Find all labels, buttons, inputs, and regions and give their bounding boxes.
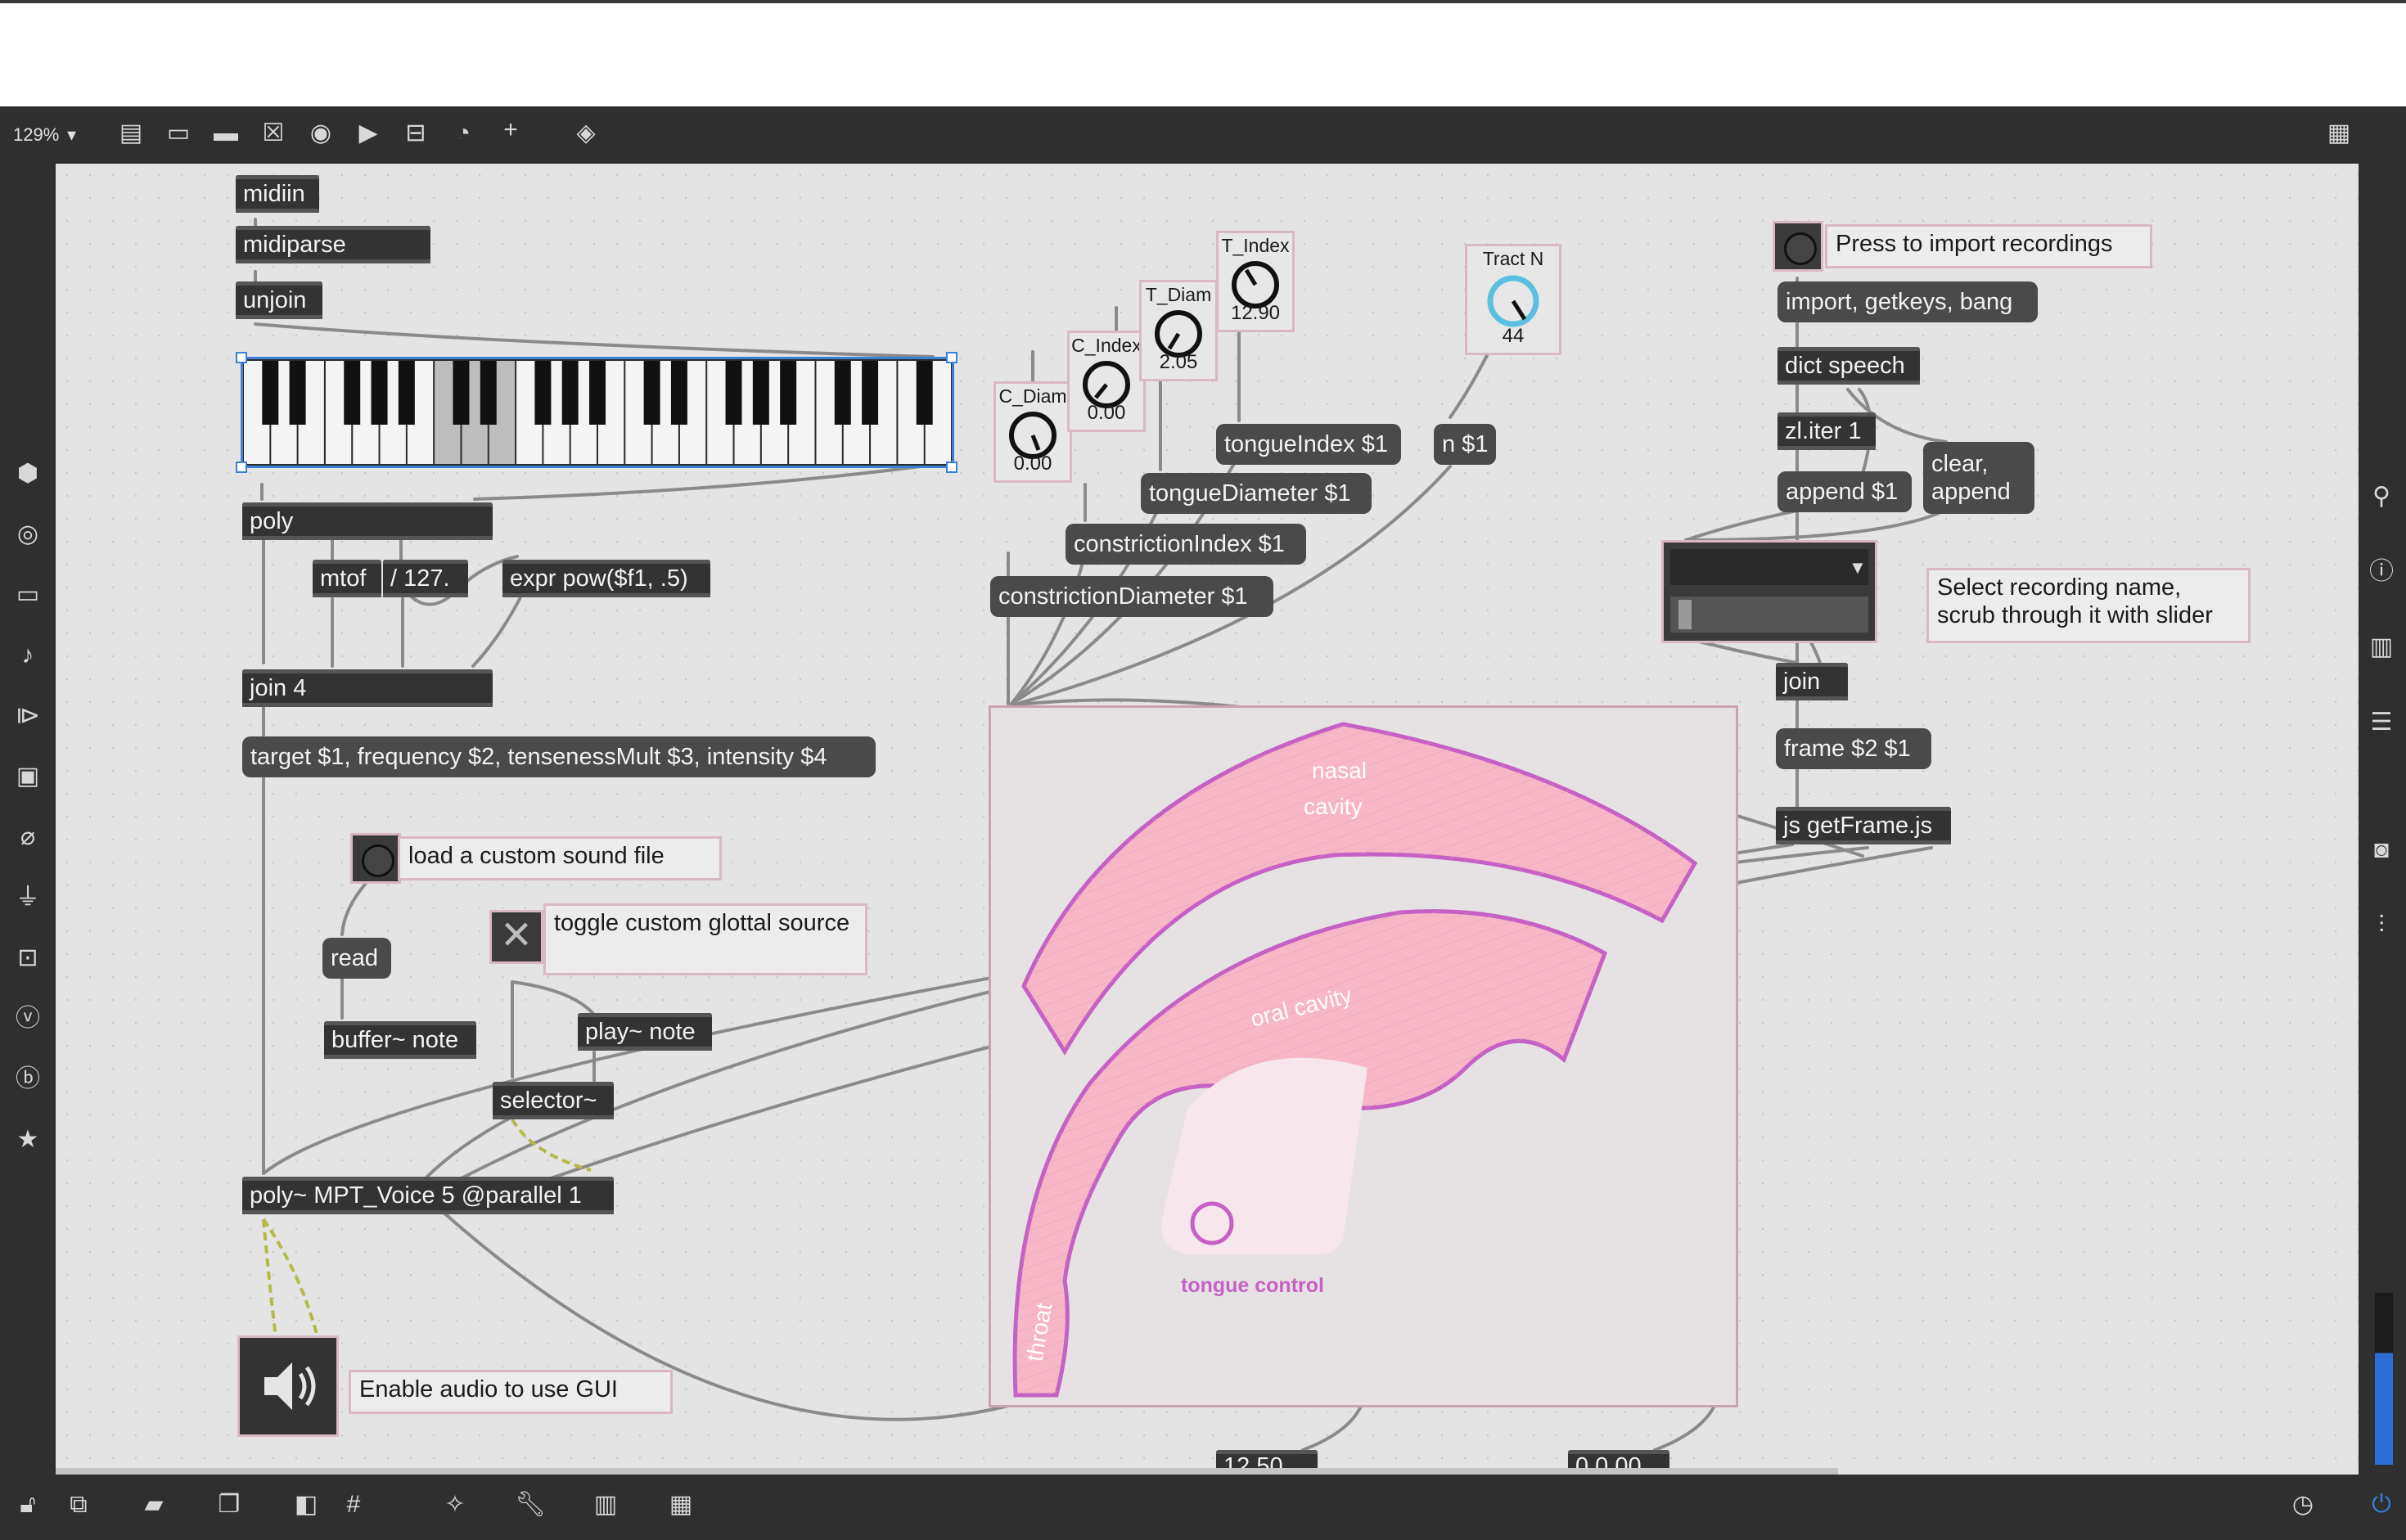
black-key[interactable] <box>453 361 470 425</box>
dict-object[interactable]: dict speech <box>1777 347 1920 385</box>
recording-menu[interactable]: ▼ <box>1661 540 1877 643</box>
t-diam-dial[interactable]: T_Diam 2.05 <box>1139 280 1218 381</box>
target-message[interactable]: target $1, frequency $2, tensenessMult $… <box>242 736 876 777</box>
dial-value: 0.00 <box>1013 453 1052 475</box>
dial-label: C_Index <box>1071 335 1142 356</box>
tongue-diameter-message[interactable]: tongueDiameter $1 <box>1141 473 1372 514</box>
tract-n-dial[interactable]: Tract N 44 <box>1465 244 1561 355</box>
c-index-dial[interactable]: C_Index 0.00 <box>1067 331 1146 432</box>
glottal-comment: toggle custom glottal source <box>543 903 867 975</box>
vocal-tract-display[interactable]: nasal cavity oral cavity throat tongue c… <box>989 705 1738 1407</box>
vocal-tract-graphic[interactable]: nasal cavity oral cavity throat tongue c… <box>991 708 1736 1405</box>
black-key[interactable] <box>670 361 687 425</box>
black-key[interactable] <box>916 361 933 425</box>
poly-voice-object[interactable]: poly~ MPT_Voice 5 @parallel 1 <box>242 1177 614 1214</box>
slider-thumb[interactable] <box>1678 600 1692 629</box>
audio-comment: Enable audio to use GUI <box>349 1370 673 1414</box>
resize-handle[interactable] <box>236 462 247 473</box>
nasal-label: nasal <box>1312 758 1367 783</box>
dial-knob[interactable] <box>1467 270 1559 332</box>
cavity-label: cavity <box>1304 794 1363 819</box>
expr-object[interactable]: expr pow($f1, .5) <box>502 560 710 597</box>
import-message[interactable]: import, getkeys, bang <box>1777 281 2038 322</box>
join4-object[interactable]: join 4 <box>242 669 493 707</box>
append-message[interactable]: append $1 <box>1777 471 1912 512</box>
poly-object[interactable]: poly <box>242 502 493 540</box>
import-bang[interactable] <box>1773 221 1823 272</box>
black-key[interactable] <box>834 361 851 425</box>
play-object[interactable]: play~ note <box>578 1013 712 1051</box>
chevron-down-icon[interactable]: ▼ <box>1849 557 1867 579</box>
ezdac-button[interactable] <box>237 1335 339 1437</box>
black-key[interactable] <box>262 361 279 425</box>
black-key[interactable] <box>780 361 797 425</box>
dial-label: T_Diam <box>1145 284 1212 305</box>
read-message[interactable]: read <box>322 938 391 979</box>
black-key[interactable] <box>725 361 742 425</box>
black-key[interactable] <box>289 361 306 425</box>
import-comment: Press to import recordings <box>1825 224 2152 268</box>
midiin-object[interactable]: midiin <box>236 175 319 213</box>
resize-handle[interactable] <box>236 352 247 363</box>
resize-handle[interactable] <box>946 462 957 473</box>
resize-handle[interactable] <box>946 352 957 363</box>
clear-append-message[interactable]: clear, append <box>1923 442 2034 514</box>
load-comment: load a custom sound file <box>398 836 722 880</box>
selector-object[interactable]: selector~ <box>493 1082 614 1119</box>
constriction-index-message[interactable]: constrictionIndex $1 <box>1066 524 1306 565</box>
scrub-slider[interactable] <box>1670 597 1868 633</box>
black-key[interactable] <box>480 361 497 425</box>
unjoin-object[interactable]: unjoin <box>236 281 322 319</box>
midiparse-object[interactable]: midiparse <box>236 226 430 263</box>
join-object[interactable]: join <box>1776 663 1848 700</box>
black-key[interactable] <box>862 361 879 425</box>
tongue-index-message[interactable]: tongueIndex $1 <box>1216 424 1401 465</box>
zliter-object[interactable]: zl.iter 1 <box>1777 412 1876 450</box>
dial-value: 44 <box>1502 325 1525 347</box>
mtof-object[interactable]: mtof <box>313 560 381 597</box>
black-key[interactable] <box>371 361 388 425</box>
dial-label: T_Index <box>1221 235 1290 256</box>
constriction-diameter-message[interactable]: constrictionDiameter $1 <box>990 576 1273 617</box>
piano-keys[interactable] <box>243 359 952 466</box>
black-key[interactable] <box>534 361 552 425</box>
t-index-dial[interactable]: T_Index 12.90 <box>1216 231 1295 332</box>
buffer-object[interactable]: buffer~ note <box>324 1021 476 1059</box>
umenu-dropdown[interactable] <box>1670 549 1868 585</box>
tongue-control-label: tongue control <box>1181 1274 1324 1297</box>
dial-value: 2.05 <box>1159 351 1198 373</box>
black-key[interactable] <box>344 361 361 425</box>
frame-message[interactable]: frame $2 $1 <box>1776 728 1931 769</box>
black-key[interactable] <box>643 361 660 425</box>
speaker-icon[interactable] <box>240 1338 336 1434</box>
n-message[interactable]: n $1 <box>1434 424 1496 465</box>
js-getframe-object[interactable]: js getFrame.js <box>1776 807 1951 844</box>
dial-label: C_Diam <box>998 385 1067 407</box>
black-key[interactable] <box>398 361 415 425</box>
read-label: read <box>331 945 379 971</box>
black-key[interactable] <box>752 361 769 425</box>
load-bang[interactable] <box>350 833 401 884</box>
select-comment: Select recording name, scrub through it … <box>1926 568 2251 643</box>
c-diam-dial[interactable]: C_Diam 0.00 <box>993 381 1072 483</box>
dial-value: 0.00 <box>1087 402 1126 424</box>
dial-label: Tract N <box>1482 248 1544 269</box>
divide-object[interactable]: / 127. <box>383 560 468 597</box>
black-key[interactable] <box>561 361 579 425</box>
kslider-keyboard[interactable] <box>241 357 954 468</box>
glottal-toggle[interactable]: ✕ <box>489 910 543 964</box>
dial-value: 12.90 <box>1230 302 1281 324</box>
black-key[interactable] <box>589 361 606 425</box>
horizontal-scrollbar[interactable] <box>56 1468 1838 1475</box>
